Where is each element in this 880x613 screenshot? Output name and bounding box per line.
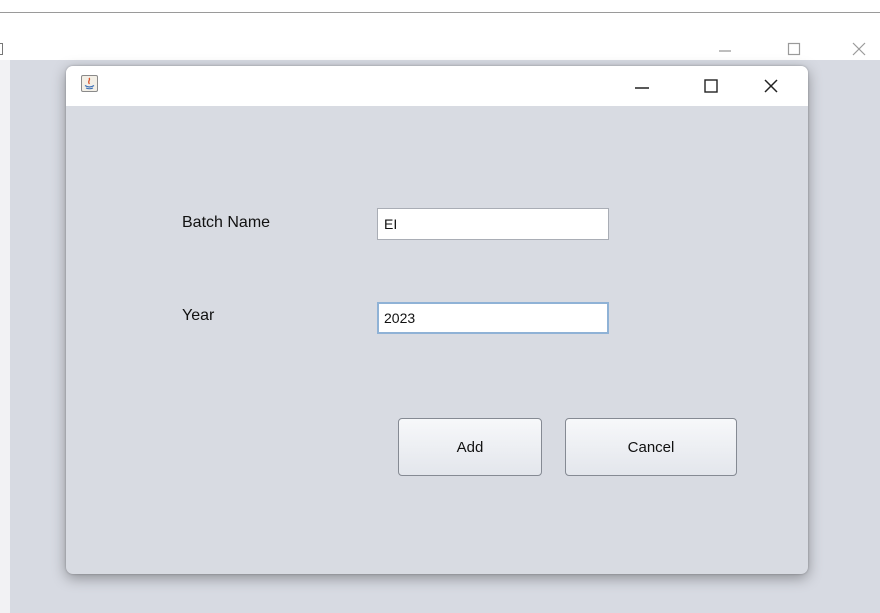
year-label: Year [182,307,215,324]
outer-minimize-button[interactable] [708,35,742,63]
outer-window-titlebar[interactable] [0,13,880,60]
add-batch-dialog: Batch Name Year Add Cancel [66,66,808,574]
year-input[interactable] [377,302,609,334]
java-app-icon [81,75,98,92]
outer-close-button[interactable] [842,35,876,63]
cancel-button[interactable]: Cancel [565,418,737,476]
dialog-titlebar[interactable] [66,66,808,106]
outer-window-app-icon [0,43,3,55]
close-icon [764,79,778,93]
maximize-icon [787,42,801,56]
dialog-minimize-button[interactable] [627,72,657,100]
maximize-icon [704,79,718,93]
minimize-icon [719,50,731,52]
desktop-screen: Batch Name Year Add Cancel [0,0,880,613]
minimize-icon [635,87,649,89]
batch-name-label: Batch Name [182,214,271,231]
dialog-close-button[interactable] [756,72,786,100]
outer-maximize-button[interactable] [777,35,811,63]
add-button[interactable]: Add [398,418,542,476]
outer-window-left-edge [0,60,10,613]
close-icon [852,42,866,56]
batch-name-input[interactable] [377,208,609,240]
dialog-maximize-button[interactable] [696,72,726,100]
